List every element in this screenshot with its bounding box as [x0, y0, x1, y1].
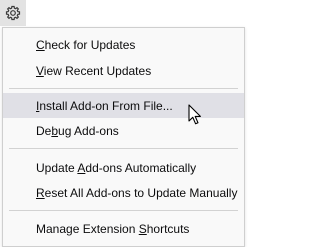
menu-item-update-add-ons-automatically[interactable]: Update Add-ons Automatically: [3, 155, 244, 180]
menu-item-label: View Recent Updates: [36, 63, 152, 78]
addons-tools-menu: Check for Updates View Recent Updates In…: [2, 27, 245, 247]
menu-separator: [9, 148, 238, 149]
menu-item-label: Check for Updates: [36, 37, 136, 52]
menu-item-label: Install Add-on From File...: [36, 98, 173, 113]
menu-separator: [9, 210, 238, 211]
mouse-pointer-icon: [188, 104, 201, 125]
menu-item-label: Update Add-ons Automatically: [36, 160, 197, 175]
menu-item-label: Reset All Add-ons to Update Manually: [36, 185, 238, 200]
menu-separator: [9, 88, 238, 89]
menu-item-view-recent-updates[interactable]: View Recent Updates: [3, 58, 244, 83]
menu-item-label: Debug Add-ons: [36, 123, 119, 138]
menu-item-reset-all-add-ons-to-update-manually[interactable]: Reset All Add-ons to Update Manually: [3, 180, 244, 205]
menu-item-debug-add-ons[interactable]: Debug Add-ons: [3, 118, 244, 143]
menu-item-manage-extension-shortcuts[interactable]: Manage Extension Shortcuts: [3, 216, 244, 241]
viewport: Check for Updates View Recent Updates In…: [0, 0, 245, 247]
gear-button[interactable]: [0, 0, 26, 26]
gear-icon: [5, 5, 21, 21]
menu-item-label: Manage Extension Shortcuts: [36, 221, 190, 236]
menu-item-install-add-on-from-file[interactable]: Install Add-on From File...: [3, 93, 244, 118]
menu-item-check-for-updates[interactable]: Check for Updates: [3, 32, 244, 57]
